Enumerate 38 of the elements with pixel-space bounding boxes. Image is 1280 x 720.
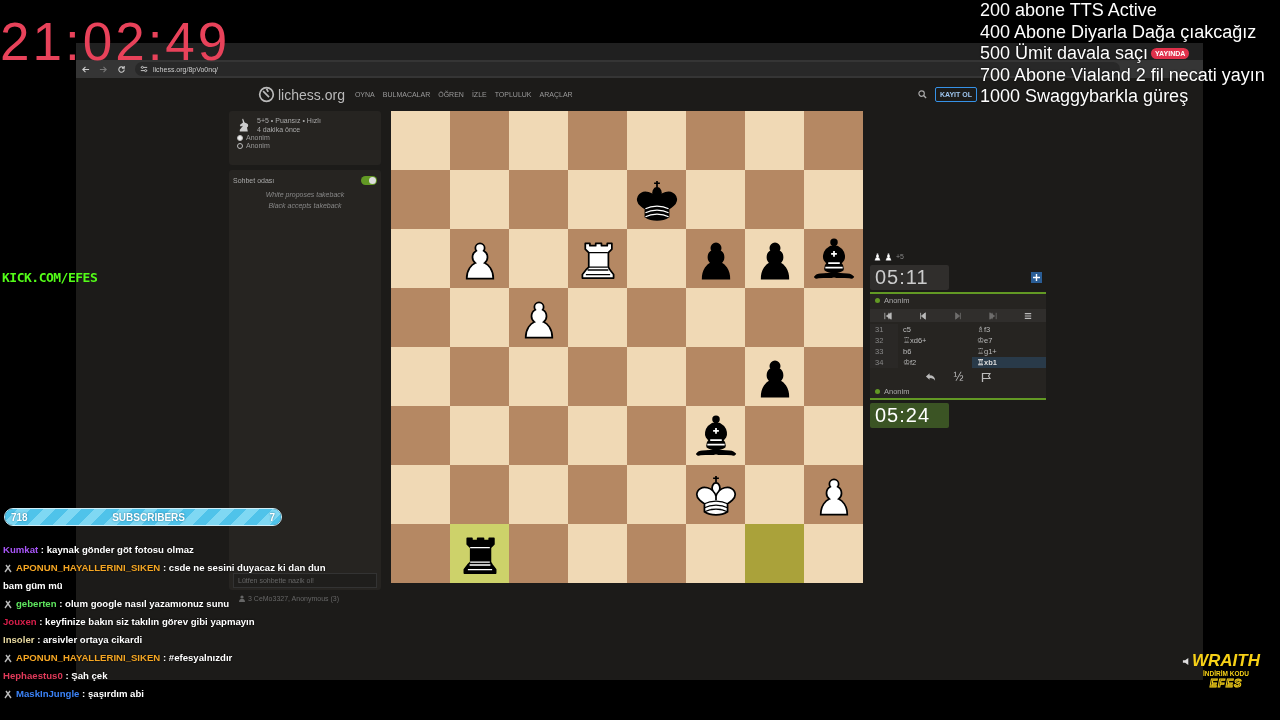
reload-icon[interactable]	[117, 64, 126, 74]
undo-icon[interactable]	[925, 371, 937, 382]
menu-icon[interactable]	[1024, 311, 1033, 320]
first-move-icon[interactable]	[883, 311, 892, 320]
forward-icon[interactable]	[99, 64, 108, 74]
speaker-icon	[1182, 657, 1191, 666]
game-clock: 05:24	[870, 403, 949, 428]
site-settings-icon[interactable]	[140, 65, 148, 73]
plus-icon	[1033, 274, 1040, 281]
add-time-button[interactable]	[1031, 272, 1042, 283]
chat-message: geberten : olum google nasıl yazamıonuz sunu	[16, 598, 230, 610]
chat-message: Hephaestus0 : Şah çek	[3, 670, 108, 682]
previous-move-icon[interactable]	[918, 311, 927, 320]
chat-toggle[interactable]	[361, 176, 377, 185]
chat-message: MaskInJungle : şaşırdım abi	[16, 688, 144, 700]
chat-message: APONUN_HAYALLERINI_SIKEN : csde ne sesini duyacaz ki dan dun	[16, 562, 326, 574]
flag-icon[interactable]	[980, 371, 991, 382]
goal-label: SUBSCRIBERS	[112, 511, 185, 523]
goal-text: 200 abone TTS Active	[980, 0, 1157, 22]
chat-message: bam güm mü	[3, 580, 63, 592]
logo-icon[interactable]	[258, 86, 275, 103]
search-icon[interactable]	[917, 90, 927, 99]
chat-message: APONUN_HAYALLERINI_SIKEN : #efesyalnızdır	[16, 652, 233, 664]
chat-message: Kumkat : kaynak gönder göt fotosu olmaz	[3, 544, 194, 556]
person-icon	[239, 595, 245, 602]
chat-message: Insoler : arsivler ortaya cikardi	[3, 634, 143, 646]
back-icon[interactable]	[81, 64, 90, 74]
game-clock: 05:11	[870, 265, 949, 290]
draw-offer-button[interactable]: ½	[953, 369, 964, 384]
goal-current: 718	[11, 511, 28, 523]
goal-text: 1000 Swaggybarkla güreş	[980, 86, 1189, 108]
site-logo[interactable]: lichess.org	[278, 86, 345, 103]
goal-text: 500 Ümit davala saçı	[980, 43, 1149, 65]
chat-message: Jouxen : keyfinize bakın siz takılın görev gibi yapmayın	[3, 616, 255, 628]
sponsor-logo: WRAITH	[1192, 652, 1260, 669]
goal-text: 400 Abone Diyarla Dağa çıakcağız	[980, 21, 1257, 43]
discount-code: EFES	[1209, 678, 1243, 689]
goal-target: 7	[269, 511, 275, 523]
